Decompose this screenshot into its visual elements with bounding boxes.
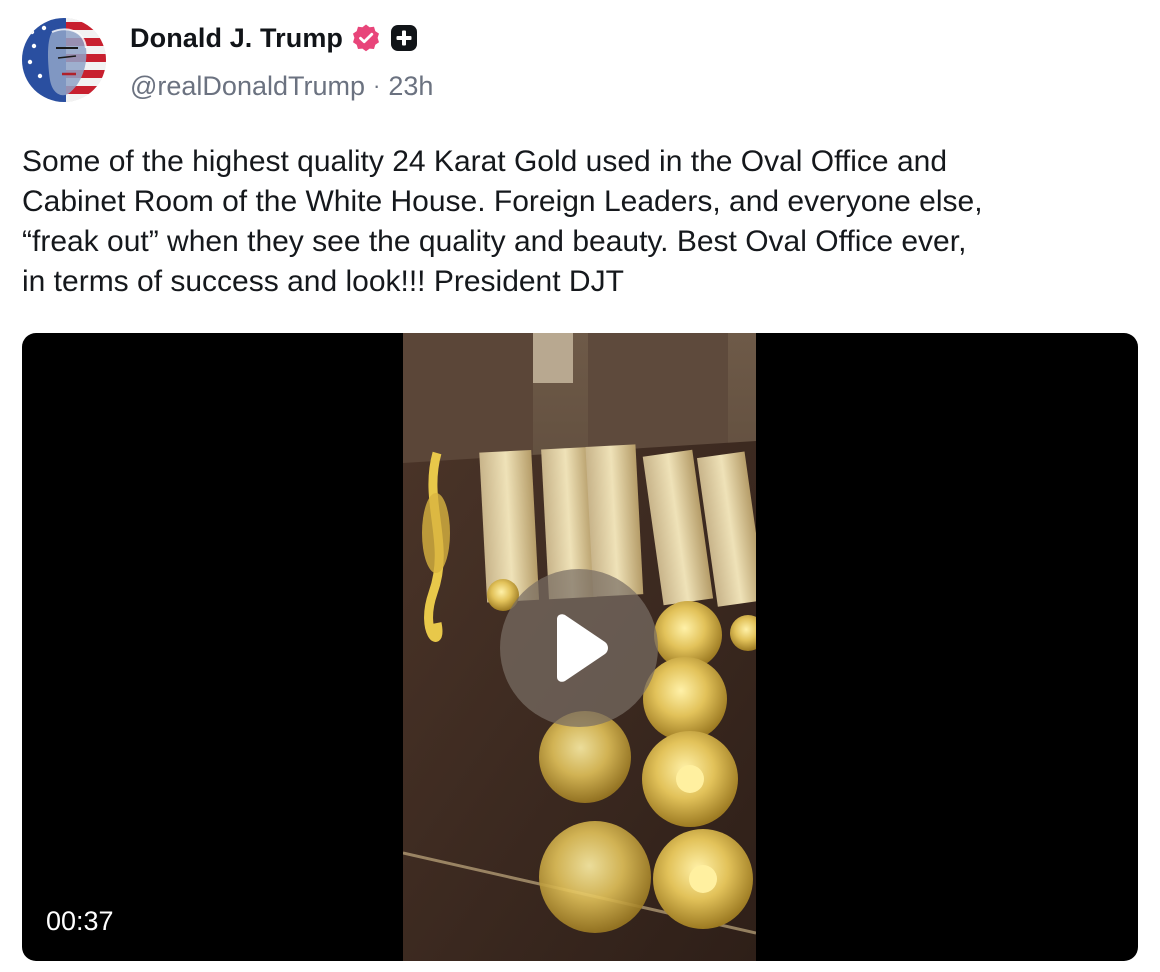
post-timestamp[interactable]: 23h <box>388 71 433 102</box>
verified-badge-icon <box>351 23 381 53</box>
play-icon <box>547 613 611 683</box>
avatar-image <box>22 18 106 102</box>
avatar[interactable] <box>22 18 106 102</box>
meta-separator: · <box>373 73 381 98</box>
video-duration: 00:37 <box>36 901 124 941</box>
post-card: Donald J. Trump @realDonaldTrump · 23h S… <box>0 0 1160 972</box>
plus-badge-icon <box>389 23 419 53</box>
play-button[interactable] <box>500 569 658 727</box>
video-player[interactable]: 00:37 <box>22 333 1138 961</box>
author-display-name[interactable]: Donald J. Trump <box>130 23 343 54</box>
post-body-text: Some of the highest quality 24 Karat Gol… <box>22 145 983 298</box>
author-meta-row: @realDonaldTrump · 23h <box>130 66 433 106</box>
author-handle[interactable]: @realDonaldTrump <box>130 71 365 102</box>
author-name-row: Donald J. Trump <box>130 18 419 58</box>
